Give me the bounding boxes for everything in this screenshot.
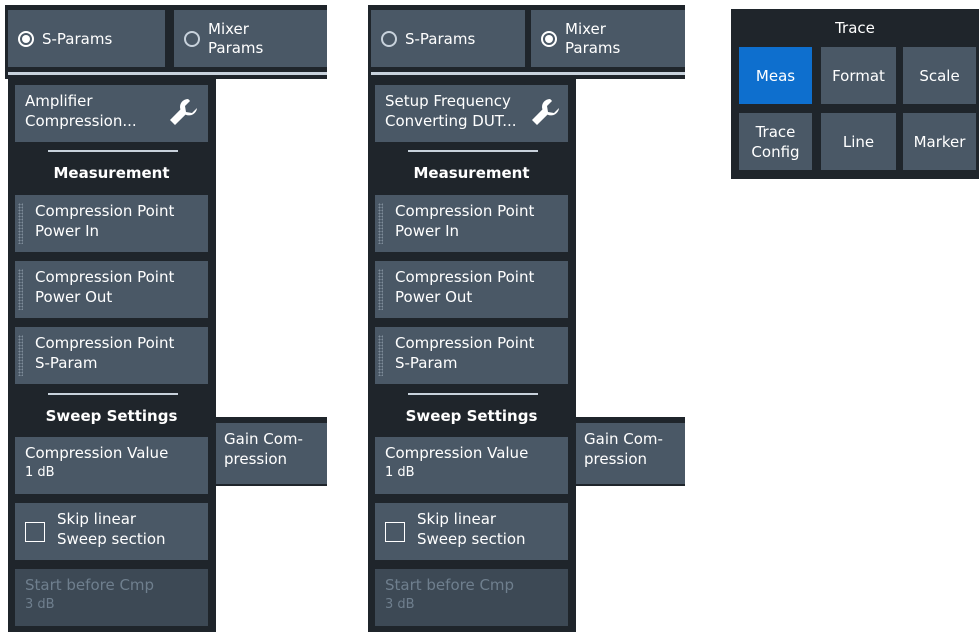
trace-scale-button[interactable]: Scale [903,47,976,104]
grip-icon [18,269,23,310]
checkbox-icon [385,522,405,542]
right-compression-power-out-button[interactable]: Compression Point Power Out [375,261,568,318]
trace-meas-button[interactable]: Meas [739,47,812,104]
left-compression-value-button[interactable]: Compression Value 1 dB [15,437,208,494]
right-sweep-separator [408,393,538,395]
radio-unselected-icon [184,30,200,47]
left-measurement-separator [48,150,178,152]
radio-selected-icon [18,30,34,47]
left-compression-sparam-button[interactable]: Compression Point S-Param [15,327,208,384]
grip-icon [378,203,383,244]
grip-icon [378,335,383,376]
trace-format-button[interactable]: Format [821,47,896,104]
grip-icon [18,203,23,244]
right-measurement-title: Measurement [413,164,530,182]
mixer-params-label: Mixer Params [208,19,264,57]
trace-line-button[interactable]: Line [821,113,896,170]
wrench-icon [532,99,559,125]
trace-panel-title: Trace [835,19,875,37]
mixer-params-label: Mixer Params [565,19,621,57]
left-skip-linear-sweep-checkbox-button[interactable]: Skip linear Sweep section [15,503,208,560]
radio-selected-icon [541,30,557,47]
left-gain-compression-tab[interactable]: Gain Com- pression [216,423,327,484]
right-compression-value-button[interactable]: Compression Value 1 dB [375,437,568,494]
right-measurement-separator [408,150,538,152]
grip-icon [378,269,383,310]
right-mixer-params-radio-button[interactable]: Mixer Params [531,10,685,67]
sparams-label: S-Params [405,29,476,48]
left-measurement-title: Measurement [53,164,170,182]
left-start-before-cmp-button[interactable]: Start before Cmp 3 dB [15,569,208,626]
left-sparams-radio-button[interactable]: S-Params [8,10,165,67]
wrench-icon [170,99,197,125]
left-amplifier-compression-button[interactable]: Amplifier Compression... [15,85,208,142]
left-compression-power-out-button[interactable]: Compression Point Power Out [15,261,208,318]
right-sweep-title: Sweep Settings [405,407,538,425]
sparams-label: S-Params [42,29,113,48]
right-setup-frequency-converting-button[interactable]: Setup Frequency Converting DUT... [375,85,568,142]
right-mode-divider [371,72,685,75]
left-mixer-params-radio-button[interactable]: Mixer Params [174,10,327,67]
trace-marker-button[interactable]: Marker [903,113,976,170]
right-compression-sparam-button[interactable]: Compression Point S-Param [375,327,568,384]
trace-config-button[interactable]: Trace Config [739,113,812,170]
right-skip-linear-sweep-checkbox-button[interactable]: Skip linear Sweep section [375,503,568,560]
right-compression-power-in-button[interactable]: Compression Point Power In [375,195,568,252]
right-sparams-radio-button[interactable]: S-Params [371,10,525,67]
grip-icon [18,335,23,376]
right-start-before-cmp-button[interactable]: Start before Cmp 3 dB [375,569,568,626]
left-compression-power-in-button[interactable]: Compression Point Power In [15,195,208,252]
radio-unselected-icon [381,30,397,47]
right-gain-compression-tab[interactable]: Gain Com- pression [576,423,685,484]
left-sweep-separator [48,393,178,395]
checkbox-icon [25,522,45,542]
left-mode-divider [8,72,327,75]
left-sweep-title: Sweep Settings [45,407,178,425]
